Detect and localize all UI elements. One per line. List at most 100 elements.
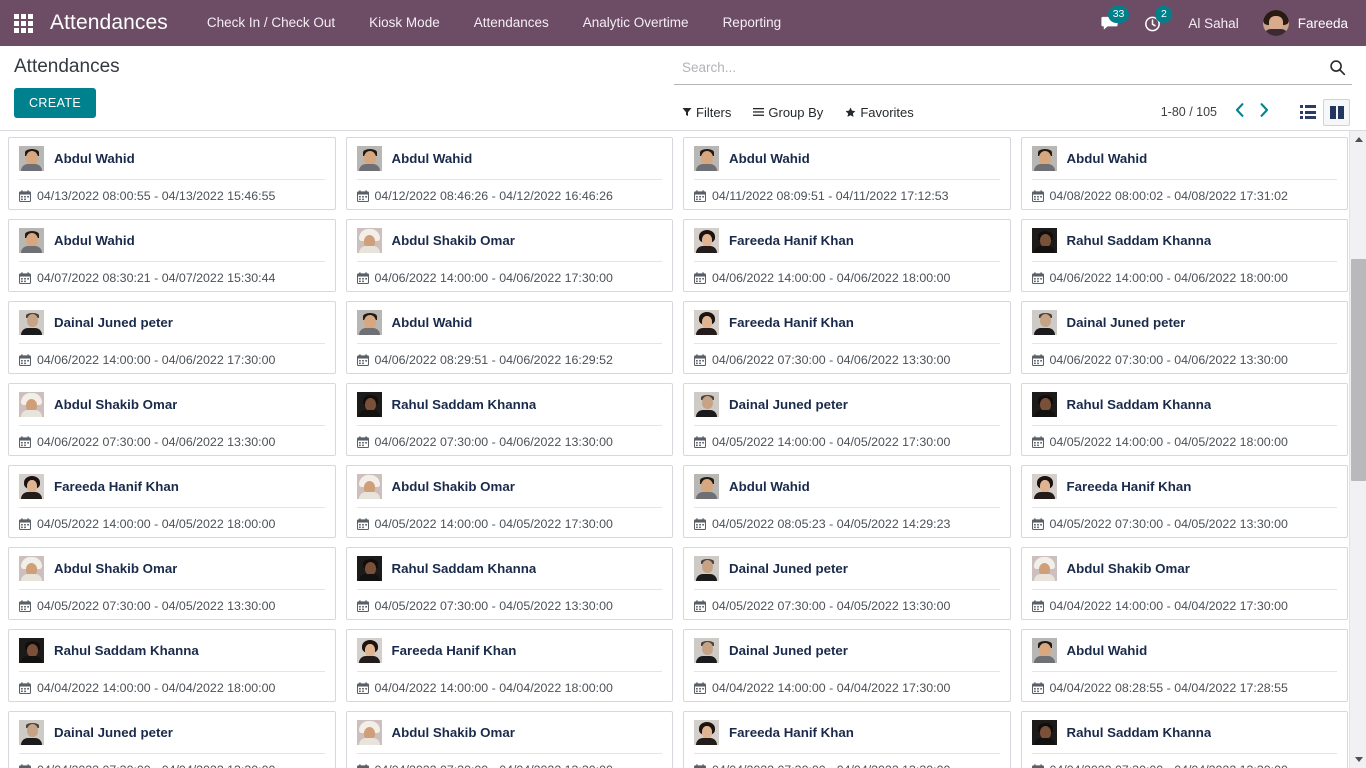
messages-button[interactable]: 33	[1088, 0, 1131, 46]
kanban-view: Abdul Wahid 04/13/2022 08:00:55 - 04/13/2…	[0, 131, 1366, 768]
app-brand-title[interactable]: Attendances	[44, 11, 178, 35]
menu-item-attendances[interactable]: Attendances	[457, 0, 566, 46]
attendance-card[interactable]: Fareeda Hanif Khan 04/06/2022 07:30:00 - …	[683, 301, 1011, 374]
attendance-period: 04/04/2022 08:28:55 - 04/04/2022 17:28:5…	[1049, 681, 1288, 695]
employee-name: Abdul Shakib Omar	[1066, 561, 1190, 576]
attendance-card[interactable]: Fareeda Hanif Khan 04/05/2022 14:00:00 - …	[8, 465, 336, 538]
attendance-card[interactable]: Abdul Wahid 04/13/2022 08:00:55 - 04/13/2…	[8, 137, 336, 210]
attendance-card[interactable]: Dainal Juned peter 04/06/2022 14:00:00 - …	[8, 301, 336, 374]
employee-name: Dainal Juned peter	[54, 315, 173, 330]
apps-menu-button[interactable]	[6, 6, 40, 40]
attendance-card[interactable]: Rahul Saddam Khanna 04/05/2022 14:00:00 -…	[1020, 383, 1348, 456]
attendance-card[interactable]: Rahul Saddam Khanna 04/06/2022 07:30:00 -…	[345, 383, 673, 456]
favorites-dropdown[interactable]: Favorites	[845, 102, 925, 123]
menu-item-kiosk-mode[interactable]: Kiosk Mode	[352, 0, 457, 46]
activities-button[interactable]: 2	[1131, 0, 1174, 46]
employee-name: Abdul Wahid	[729, 479, 810, 494]
employee-avatar	[356, 146, 382, 171]
attendance-card[interactable]: Rahul Saddam Khanna 04/05/2022 07:30:00 -…	[345, 547, 673, 620]
calendar-icon	[19, 682, 31, 694]
kanban-card-grid: Abdul Wahid 04/13/2022 08:00:55 - 04/13/2…	[8, 137, 1348, 768]
employee-name: Rahul Saddam Khanna	[1066, 397, 1212, 412]
create-button[interactable]: CREATE	[14, 87, 97, 118]
attendance-card[interactable]: Rahul Saddam Khanna 04/04/2022 07:30:00 -…	[1020, 711, 1348, 768]
employee-name: Fareeda Hanif Khan	[729, 233, 854, 248]
attendance-card[interactable]: Abdul Wahid 04/08/2022 08:00:02 - 04/08/2…	[1020, 137, 1348, 210]
calendar-icon	[1031, 764, 1044, 768]
attendance-card[interactable]: Abdul Shakib Omar 04/04/2022 07:30:00 - 0…	[345, 711, 673, 768]
attendance-card[interactable]: Dainal Juned peter 04/05/2022 07:30:00 - …	[683, 547, 1011, 620]
employee-avatar	[19, 310, 44, 335]
attendance-card[interactable]: Abdul Shakib Omar 04/06/2022 07:30:00 - 0…	[8, 383, 336, 456]
attendance-card[interactable]: Abdul Shakib Omar 04/04/2022 14:00:00 - 0…	[1020, 547, 1348, 620]
calendar-icon	[1031, 436, 1044, 448]
employee-avatar	[1031, 310, 1057, 335]
scroll-down-button[interactable]	[1350, 751, 1366, 768]
employee-avatar	[356, 720, 382, 745]
attendance-card[interactable]: Abdul Wahid 04/07/2022 08:30:21 - 04/07/2…	[8, 219, 336, 292]
attendance-period: 04/04/2022 07:30:00 - 04/04/2022 13:30:0…	[375, 763, 613, 768]
scrollbar-thumb[interactable]	[1351, 259, 1366, 481]
control-panel-left: Attendances CREATE	[14, 46, 674, 130]
attendance-card[interactable]: Dainal Juned peter 04/06/2022 07:30:00 - …	[1020, 301, 1348, 374]
calendar-icon	[19, 272, 31, 284]
attendance-period: 04/06/2022 07:30:00 - 04/06/2022 13:30:0…	[374, 435, 613, 449]
vertical-scrollbar[interactable]	[1349, 131, 1366, 768]
filters-label: Filters	[696, 104, 732, 120]
calendar-icon	[694, 764, 706, 768]
attendance-card[interactable]: Fareeda Hanif Khan 04/04/2022 07:30:00 - …	[683, 711, 1011, 768]
attendance-card[interactable]: Abdul Wahid 04/06/2022 08:29:51 - 04/06/2…	[345, 301, 673, 374]
attendance-period: 04/05/2022 14:00:00 - 04/05/2022 18:00:0…	[37, 517, 276, 531]
attendance-card[interactable]: Abdul Shakib Omar 04/05/2022 14:00:00 - 0…	[345, 465, 673, 538]
group-by-dropdown[interactable]: Group By	[753, 102, 835, 123]
employee-avatar	[19, 474, 44, 499]
calendar-icon	[19, 764, 31, 768]
calendar-icon	[1031, 682, 1044, 694]
attendance-card[interactable]: Dainal Juned peter 04/05/2022 14:00:00 - …	[683, 383, 1011, 456]
attendance-period: 04/06/2022 14:00:00 - 04/06/2022 17:30:0…	[374, 271, 613, 285]
attendance-period: 04/06/2022 14:00:00 - 04/06/2022 18:00:0…	[1049, 271, 1288, 285]
employee-avatar	[694, 638, 719, 663]
employee-avatar	[694, 720, 719, 745]
attendance-card[interactable]: Abdul Shakib Omar 04/05/2022 07:30:00 - 0…	[8, 547, 336, 620]
list-view-button[interactable]	[1294, 99, 1321, 126]
search-icon[interactable]	[1329, 59, 1350, 76]
employee-avatar	[19, 556, 44, 581]
menu-item-analytic-overtime[interactable]: Analytic Overtime	[566, 0, 706, 46]
attendance-card[interactable]: Dainal Juned peter 04/04/2022 14:00:00 - …	[683, 629, 1011, 702]
attendance-card[interactable]: Abdul Wahid 04/04/2022 08:28:55 - 04/04/2…	[1020, 629, 1348, 702]
employee-avatar	[694, 310, 719, 335]
main-menu: Check In / Check Out Kiosk Mode Attendan…	[190, 0, 798, 46]
attendance-period: 04/06/2022 08:29:51 - 04/06/2022 16:29:5…	[374, 353, 613, 367]
attendance-period: 04/05/2022 14:00:00 - 04/05/2022 18:00:0…	[1049, 435, 1288, 449]
attendance-card[interactable]: Dainal Juned peter 04/04/2022 07:30:00 - …	[8, 711, 336, 768]
filters-dropdown[interactable]: Filters	[682, 102, 743, 123]
attendance-card[interactable]: Abdul Wahid 04/05/2022 08:05:23 - 04/05/2…	[683, 465, 1011, 538]
pager-previous-button[interactable]	[1228, 102, 1251, 122]
attendance-card[interactable]: Rahul Saddam Khanna 04/06/2022 14:00:00 -…	[1020, 219, 1348, 292]
pager: 1-80 / 105	[1161, 98, 1350, 126]
attendance-period: 04/05/2022 07:30:00 - 04/05/2022 13:30:0…	[374, 599, 613, 613]
attendance-card[interactable]: Fareeda Hanif Khan 04/04/2022 14:00:00 - …	[345, 629, 673, 702]
scroll-up-button[interactable]	[1350, 131, 1366, 148]
attendance-card[interactable]: Abdul Wahid 04/12/2022 08:46:26 - 04/12/2…	[345, 137, 673, 210]
kanban-view-button[interactable]	[1323, 98, 1350, 126]
menu-item-check-in-check-out[interactable]: Check In / Check Out	[190, 0, 352, 46]
attendance-period: 04/13/2022 08:00:55 - 04/13/2022 15:46:5…	[37, 189, 276, 203]
user-menu[interactable]: Fareeda	[1253, 10, 1352, 36]
kanban-scroll-area[interactable]: Abdul Wahid 04/13/2022 08:00:55 - 04/13/2…	[0, 131, 1366, 768]
attendance-card[interactable]: Abdul Wahid 04/11/2022 08:09:51 - 04/11/2…	[683, 137, 1011, 210]
employee-avatar	[694, 146, 719, 171]
employee-name: Abdul Shakib Omar	[391, 479, 515, 494]
attendance-card[interactable]: Rahul Saddam Khanna 04/04/2022 14:00:00 -…	[8, 629, 336, 702]
search-input[interactable]	[682, 60, 1329, 75]
menu-item-reporting[interactable]: Reporting	[706, 0, 799, 46]
calendar-icon	[19, 600, 31, 612]
scroll-down-arrow-icon	[1354, 757, 1363, 762]
attendance-card[interactable]: Fareeda Hanif Khan 04/06/2022 14:00:00 - …	[683, 219, 1011, 292]
pager-next-button[interactable]	[1253, 102, 1276, 122]
company-switcher[interactable]: Al Sahal	[1174, 16, 1252, 31]
search-bar[interactable]	[674, 55, 1352, 85]
attendance-card[interactable]: Abdul Shakib Omar 04/06/2022 14:00:00 - 0…	[345, 219, 673, 292]
attendance-card[interactable]: Fareeda Hanif Khan 04/05/2022 07:30:00 - …	[1020, 465, 1348, 538]
